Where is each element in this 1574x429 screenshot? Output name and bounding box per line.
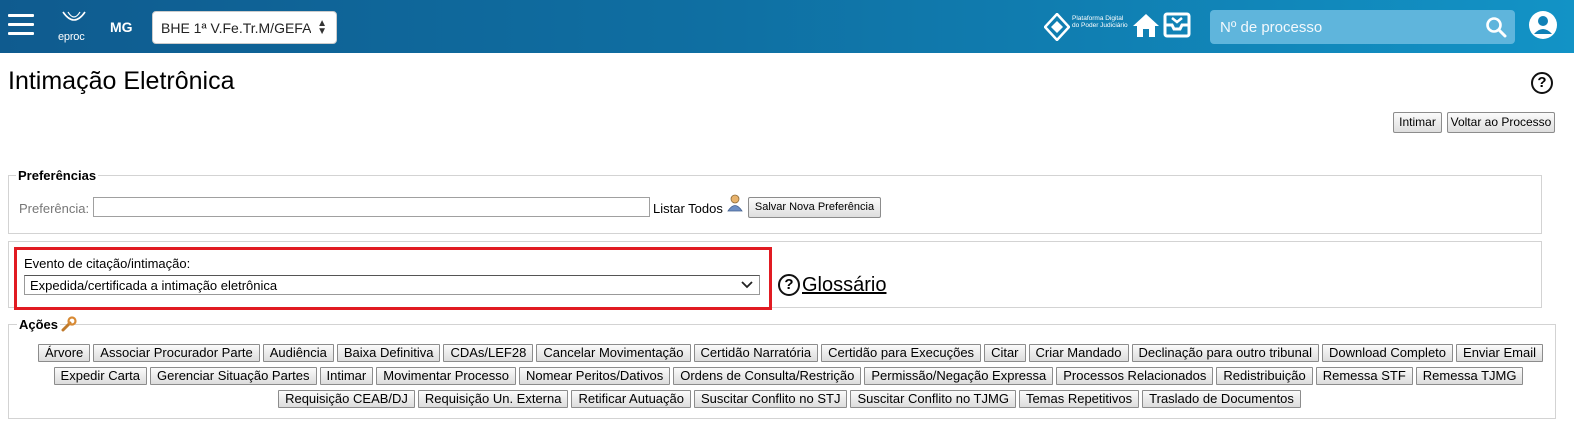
- action-button[interactable]: Requisição CEAB/DJ: [278, 390, 415, 408]
- action-button[interactable]: Certidão para Execuções: [821, 344, 982, 362]
- action-button[interactable]: Audiência: [262, 344, 334, 362]
- action-button[interactable]: Certidão Narratória: [693, 344, 819, 362]
- evento-select-value: Expedida/certificada a intimação eletrôn…: [30, 278, 278, 293]
- evento-select[interactable]: Expedida/certificada a intimação eletrôn…: [24, 275, 760, 295]
- menu-icon[interactable]: [8, 14, 34, 36]
- actions-row-2: Expedir Carta Gerenciar Situação Partes …: [0, 367, 1574, 385]
- inbox-icon[interactable]: [1163, 12, 1191, 43]
- pdpj-text: Plataforma Digital do Poder Judiciário: [1072, 15, 1128, 29]
- action-button[interactable]: Permissão/Negação Expressa: [864, 367, 1054, 385]
- user-icon[interactable]: [1528, 10, 1558, 45]
- action-button[interactable]: Criar Mandado: [1028, 344, 1129, 362]
- pdpj-logo-icon[interactable]: Plataforma Digital do Poder Judiciário: [1043, 12, 1134, 43]
- evento-label: Evento de citação/intimação:: [24, 256, 191, 271]
- action-button[interactable]: Enviar Email: [1456, 344, 1543, 362]
- action-button[interactable]: Download Completo: [1321, 344, 1454, 362]
- listar-todos-link[interactable]: Listar Todos: [653, 201, 723, 216]
- action-button[interactable]: Intimar: [319, 367, 374, 385]
- glossario-help-icon[interactable]: ?: [778, 274, 800, 296]
- search-icon[interactable]: [1485, 16, 1507, 43]
- action-button[interactable]: Movimentar Processo: [376, 367, 516, 385]
- logo-text: eproc: [58, 31, 85, 43]
- action-button[interactable]: Declinação para outro tribunal: [1131, 344, 1319, 362]
- action-button[interactable]: Temas Repetitivos: [1018, 390, 1140, 408]
- action-button[interactable]: Expedir Carta: [53, 367, 148, 385]
- updown-icon: ▲ ▼: [317, 18, 327, 37]
- action-button[interactable]: Redistribuição: [1216, 367, 1313, 385]
- action-button[interactable]: Associar Procurador Parte: [93, 344, 260, 362]
- process-search: [1210, 10, 1515, 44]
- help-icon[interactable]: ?: [1531, 72, 1553, 94]
- page-title: Intimação Eletrônica: [8, 67, 235, 95]
- action-button[interactable]: Retificar Autuação: [571, 390, 691, 408]
- uf-label: MG: [110, 19, 133, 35]
- top-bar: eproc MG BHE 1ª V.Fe.Tr.M/GEFAC ▲ ▼ Plata…: [0, 0, 1574, 53]
- action-button[interactable]: Baixa Definitiva: [336, 344, 441, 362]
- person-icon[interactable]: [727, 194, 743, 217]
- action-button[interactable]: Ordens de Consulta/Restrição: [673, 367, 862, 385]
- action-button[interactable]: Remessa TJMG: [1415, 367, 1524, 385]
- intimar-button[interactable]: Intimar: [1393, 112, 1442, 133]
- salvar-preferencia-button[interactable]: Salvar Nova Preferência: [748, 197, 881, 218]
- preference-label: Preferência:: [19, 201, 90, 216]
- action-button[interactable]: Gerenciar Situação Partes: [150, 367, 317, 385]
- action-button[interactable]: Processos Relacionados: [1056, 367, 1214, 385]
- action-button[interactable]: Remessa STF: [1315, 367, 1413, 385]
- org-select[interactable]: BHE 1ª V.Fe.Tr.M/GEFAC ▲ ▼: [152, 11, 337, 44]
- chevron-down-icon: [741, 277, 753, 294]
- eproc-logo-icon[interactable]: eproc: [56, 10, 92, 44]
- action-button[interactable]: Cancelar Movimentação: [536, 344, 691, 362]
- action-button[interactable]: Requisição Un. Externa: [417, 390, 569, 408]
- home-icon[interactable]: [1132, 12, 1160, 43]
- action-button[interactable]: Árvore: [38, 344, 91, 362]
- action-button[interactable]: CDAs/LEF28: [443, 344, 534, 362]
- wrench-icon[interactable]: [61, 316, 77, 337]
- voltar-ao-processo-button[interactable]: Voltar ao Processo: [1447, 112, 1555, 133]
- org-select-value: BHE 1ª V.Fe.Tr.M/GEFAC: [161, 20, 311, 36]
- acoes-legend: Ações: [17, 317, 61, 332]
- glossario-link[interactable]: Glossário: [802, 274, 886, 297]
- action-button[interactable]: Traslado de Documentos: [1142, 390, 1301, 408]
- action-button[interactable]: Citar: [984, 344, 1026, 362]
- actions-row-1: Árvore Associar Procurador Parte Audiênc…: [0, 344, 1574, 362]
- search-input[interactable]: [1210, 10, 1480, 44]
- action-button[interactable]: Suscitar Conflito no STJ: [694, 390, 848, 408]
- actions-row-3: Requisição CEAB/DJ Requisição Un. Extern…: [0, 390, 1574, 408]
- action-button[interactable]: Nomear Peritos/Dativos: [518, 367, 671, 385]
- action-button[interactable]: Suscitar Conflito no TJMG: [850, 390, 1016, 408]
- preferences-legend: Preferências: [16, 168, 99, 183]
- preference-input[interactable]: [93, 197, 650, 217]
